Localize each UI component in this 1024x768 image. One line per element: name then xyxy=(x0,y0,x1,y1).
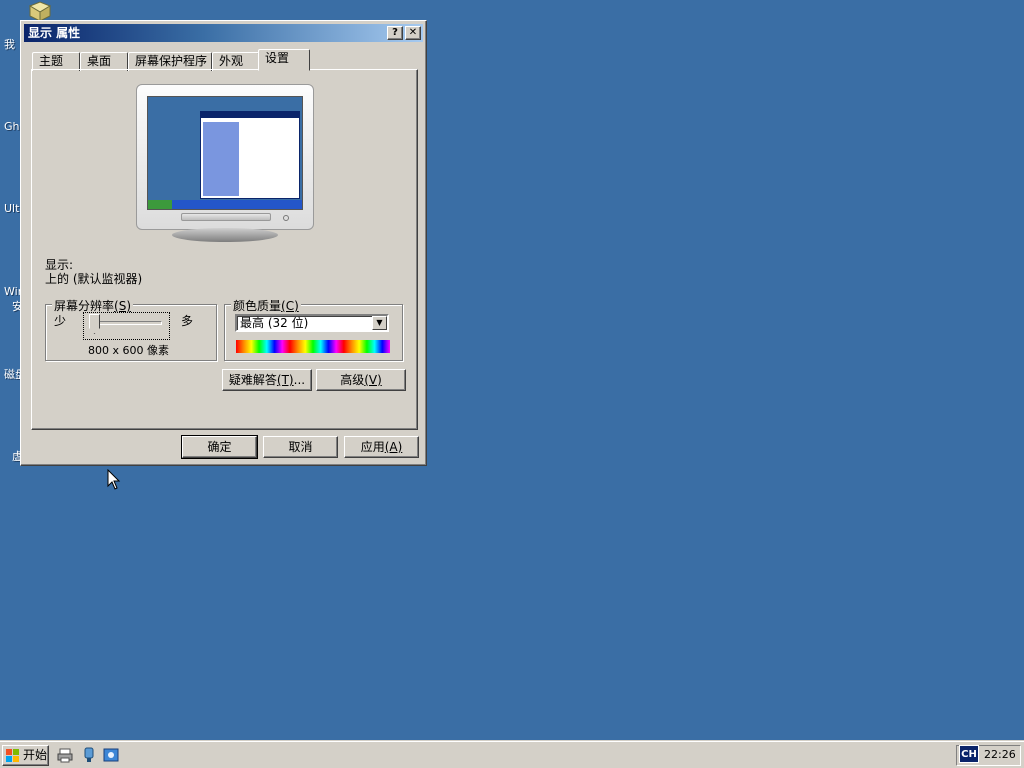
monitor-bezel xyxy=(136,84,314,230)
tab-settings[interactable]: 设置 xyxy=(258,49,310,71)
monitor-preview xyxy=(136,84,314,244)
chevron-down-icon[interactable]: ▼ xyxy=(372,316,387,330)
color-group-title: 颜色质量(C) xyxy=(231,297,301,314)
power-button-icon xyxy=(283,215,289,221)
monitor-chin xyxy=(181,213,271,221)
hotkey-label: (C) xyxy=(281,299,299,313)
monitor-screen xyxy=(147,96,303,210)
cancel-button[interactable]: 取消 xyxy=(263,436,338,458)
printer-icon[interactable] xyxy=(57,747,73,763)
title-bar[interactable]: 显示 属性 ? ✕ xyxy=(24,24,423,42)
slider-track[interactable] xyxy=(90,321,162,325)
show-desktop-icon[interactable] xyxy=(103,747,119,763)
preview-window-titlebar xyxy=(201,112,299,118)
color-quality-value: 最高 (32 位) xyxy=(240,316,309,330)
preview-window-sidebar xyxy=(203,122,239,196)
language-indicator[interactable]: CH xyxy=(959,745,979,763)
troubleshoot-button[interactable]: 疑难解答(T)... xyxy=(222,369,312,391)
clock[interactable]: 22:26 xyxy=(984,748,1016,761)
windows-logo-icon xyxy=(6,749,19,762)
my-documents-icon[interactable] xyxy=(26,0,52,22)
color-quality-select[interactable]: 最高 (32 位) ▼ xyxy=(235,314,389,332)
preview-start-button xyxy=(148,200,172,209)
color-spectrum-preview xyxy=(236,340,390,353)
hotkey-label: (S) xyxy=(114,299,131,313)
start-label: 开始 xyxy=(23,748,48,762)
slider-min-label: 少 xyxy=(54,314,67,328)
advanced-button[interactable]: 高级(V) xyxy=(316,369,406,391)
apply-button[interactable]: 应用(A) xyxy=(344,436,419,458)
display-value: 上的 (默认监视器) xyxy=(45,272,143,286)
help-button[interactable]: ? xyxy=(387,26,403,40)
start-button[interactable]: 开始 xyxy=(2,745,49,766)
close-button[interactable]: ✕ xyxy=(405,26,421,40)
mouse-cursor-icon xyxy=(107,469,121,490)
dialog-title: 显示 属性 xyxy=(28,26,81,40)
taskbar: 开始 xyxy=(0,740,1024,768)
preview-window xyxy=(200,111,300,199)
resolution-value: 800 x 600 像素 xyxy=(88,344,169,357)
monitor-stand xyxy=(172,228,278,242)
slider-max-label: 多 xyxy=(181,314,194,328)
internet-explorer-icon[interactable] xyxy=(81,747,97,763)
ok-button[interactable]: 确定 xyxy=(181,435,258,459)
